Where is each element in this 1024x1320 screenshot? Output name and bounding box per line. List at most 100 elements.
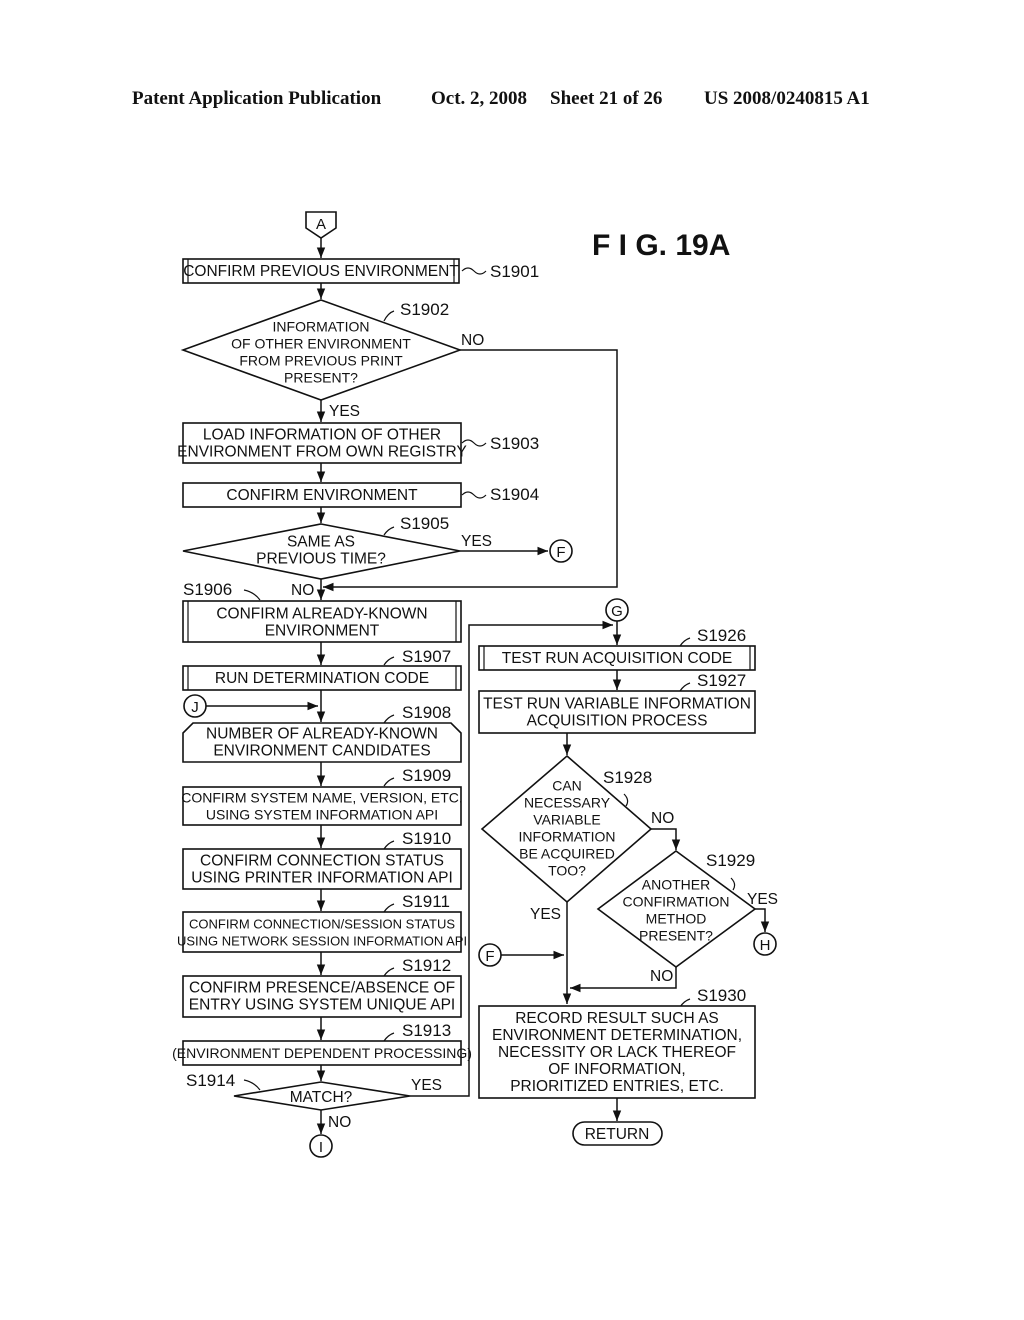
step-label-s1901: S1901 <box>490 262 539 281</box>
text-line: RETURN <box>585 1126 650 1143</box>
text-line: TEST RUN VARIABLE INFORMATION <box>483 696 751 713</box>
text-line: PRIORITIZED ENTRIES, ETC. <box>510 1078 724 1095</box>
step-s1904: CONFIRM ENVIRONMENT <box>182 482 462 508</box>
branch-no-s1902: NO <box>461 332 484 349</box>
connector-f-label: F <box>485 948 494 965</box>
connector-a-label: A <box>316 216 326 233</box>
text-line: NECESSITY OR LACK THEREOF <box>498 1044 736 1061</box>
text-line: ENVIRONMENT FROM OWN REGISTRY <box>177 444 467 461</box>
connector-i-label: I <box>319 1139 323 1156</box>
branch-no-s1928: NO <box>651 810 674 827</box>
step-label-s1910: S1910 <box>402 829 451 848</box>
step-s1907: RUN DETERMINATION CODE <box>182 665 462 691</box>
step-text: CONFIRM CONNECTION STATUS USING PRINTER I… <box>191 853 453 887</box>
text-line: ANOTHER <box>642 877 710 893</box>
step-s1927: TEST RUN VARIABLE INFORMATION ACQUISITION… <box>478 690 756 734</box>
leader-line <box>383 840 395 850</box>
step-text: CONFIRM SYSTEM NAME, VERSION, ETC. USING … <box>181 790 463 823</box>
step-label-s1926: S1926 <box>697 626 746 645</box>
step-text: CONFIRM ENVIRONMENT <box>226 487 418 504</box>
decision-s1914: MATCH? <box>233 1081 411 1111</box>
branch-no-s1914: NO <box>328 1114 351 1131</box>
text-line: SAME AS <box>287 534 355 551</box>
step-text: (ENVIRONMENT DEPENDENT PROCESSING) <box>172 1045 472 1061</box>
step-s1910: CONFIRM CONNECTION STATUS USING PRINTER I… <box>182 848 462 890</box>
text-line: PRESENT? <box>284 370 358 386</box>
connector-j-in: J <box>183 694 207 718</box>
leader-line <box>383 903 395 913</box>
text-line: ENTRY USING SYSTEM UNIQUE API <box>189 997 455 1014</box>
step-label-s1906: S1906 <box>183 580 232 599</box>
step-s1909: CONFIRM SYSTEM NAME, VERSION, ETC. USING … <box>181 786 463 826</box>
text-line: NUMBER OF ALREADY-KNOWN <box>206 726 438 743</box>
connector-g-in: G <box>605 598 629 622</box>
branch-yes-s1905: YES <box>461 533 492 550</box>
text-line: CONFIRM PREVIOUS ENVIRONMENT <box>183 263 459 280</box>
connector-h-label: H <box>760 937 771 954</box>
step-label-s1909: S1909 <box>402 766 451 785</box>
connector-f-out: F <box>549 539 573 563</box>
text-line: CONFIRM SYSTEM NAME, VERSION, ETC. <box>181 790 463 806</box>
text-line: CONFIRM PRESENCE/ABSENCE OF <box>189 980 455 997</box>
branch-yes-s1914: YES <box>411 1077 442 1094</box>
text-line: ENVIRONMENT DETERMINATION, <box>492 1027 742 1044</box>
step-text: CONFIRM PREVIOUS ENVIRONMENT <box>183 263 459 280</box>
text-line: PRESENT? <box>639 928 713 944</box>
leader-line <box>383 777 395 787</box>
leader-line <box>383 526 395 536</box>
flow-arrow-no-s1928 <box>651 828 681 850</box>
text-line: INFORMATION <box>273 319 370 335</box>
text-line: USING SYSTEM INFORMATION API <box>206 807 438 823</box>
branch-yes-s1928: YES <box>530 906 561 923</box>
text-line: (ENVIRONMENT DEPENDENT PROCESSING) <box>172 1045 472 1061</box>
text-line: CONFIRMATION <box>622 894 729 910</box>
connector-h-out: H <box>753 932 777 956</box>
text-line: PREVIOUS TIME? <box>256 551 386 568</box>
connector-g-label: G <box>611 603 623 620</box>
connector-f-label: F <box>556 544 565 561</box>
step-s1912: CONFIRM PRESENCE/ABSENCE OF ENTRY USING S… <box>182 975 462 1018</box>
step-text: NUMBER OF ALREADY-KNOWN ENVIRONMENT CANDI… <box>206 726 438 760</box>
leader-line <box>243 1079 261 1091</box>
step-s1913: (ENVIRONMENT DEPENDENT PROCESSING) <box>172 1040 472 1066</box>
step-text: LOAD INFORMATION OF OTHER ENVIRONMENT FRO… <box>177 427 467 461</box>
step-label-s1927: S1927 <box>697 671 746 690</box>
text-line: OF INFORMATION, <box>548 1061 685 1078</box>
step-text: CONFIRM PRESENCE/ABSENCE OF ENTRY USING S… <box>189 980 455 1014</box>
leader-line <box>383 310 395 322</box>
leader-line <box>383 967 395 977</box>
leader-line <box>679 637 691 647</box>
text-line: NECESSARY <box>524 795 611 811</box>
text-line: CONFIRM CONNECTION STATUS <box>200 853 444 870</box>
connector-i-out: I <box>309 1134 333 1158</box>
step-s1906: CONFIRM ALREADY-KNOWN ENVIRONMENT <box>182 600 462 643</box>
text-line: CONFIRM ENVIRONMENT <box>226 487 418 504</box>
leader-line <box>623 793 629 807</box>
step-s1901: CONFIRM PREVIOUS ENVIRONMENT <box>182 258 460 284</box>
leader-line <box>679 682 691 692</box>
decision-text: MATCH? <box>290 1089 353 1106</box>
text-line: ENVIRONMENT CANDIDATES <box>213 743 430 760</box>
step-label-s1913: S1913 <box>402 1021 451 1040</box>
step-text: RECORD RESULT SUCH AS ENVIRONMENT DETERMI… <box>492 1010 742 1095</box>
step-label-s1911: S1911 <box>402 892 450 911</box>
text-line: INFORMATION <box>519 829 616 845</box>
step-label-s1905: S1905 <box>400 514 449 533</box>
text-line: TEST RUN ACQUISITION CODE <box>502 650 733 667</box>
text-line: ACQUISITION PROCESS <box>527 713 708 730</box>
step-s1926: TEST RUN ACQUISITION CODE <box>478 645 756 671</box>
step-s1930: RECORD RESULT SUCH AS ENVIRONMENT DETERMI… <box>478 1005 756 1099</box>
leader-line <box>461 267 487 275</box>
terminator-return: RETURN <box>572 1121 663 1146</box>
step-label-s1907: S1907 <box>402 647 451 666</box>
leader-line <box>383 714 395 724</box>
step-text: TEST RUN ACQUISITION CODE <box>502 650 733 667</box>
text-line: RECORD RESULT SUCH AS <box>515 1010 719 1027</box>
leader-line <box>383 1032 395 1042</box>
step-label-s1928: S1928 <box>603 768 652 787</box>
branch-yes-s1902: YES <box>329 403 360 420</box>
text-line: CONFIRM CONNECTION/SESSION STATUS <box>189 917 455 932</box>
leader-line <box>730 877 736 891</box>
branch-yes-s1929: YES <box>747 891 778 908</box>
step-label-s1908: S1908 <box>402 703 451 722</box>
